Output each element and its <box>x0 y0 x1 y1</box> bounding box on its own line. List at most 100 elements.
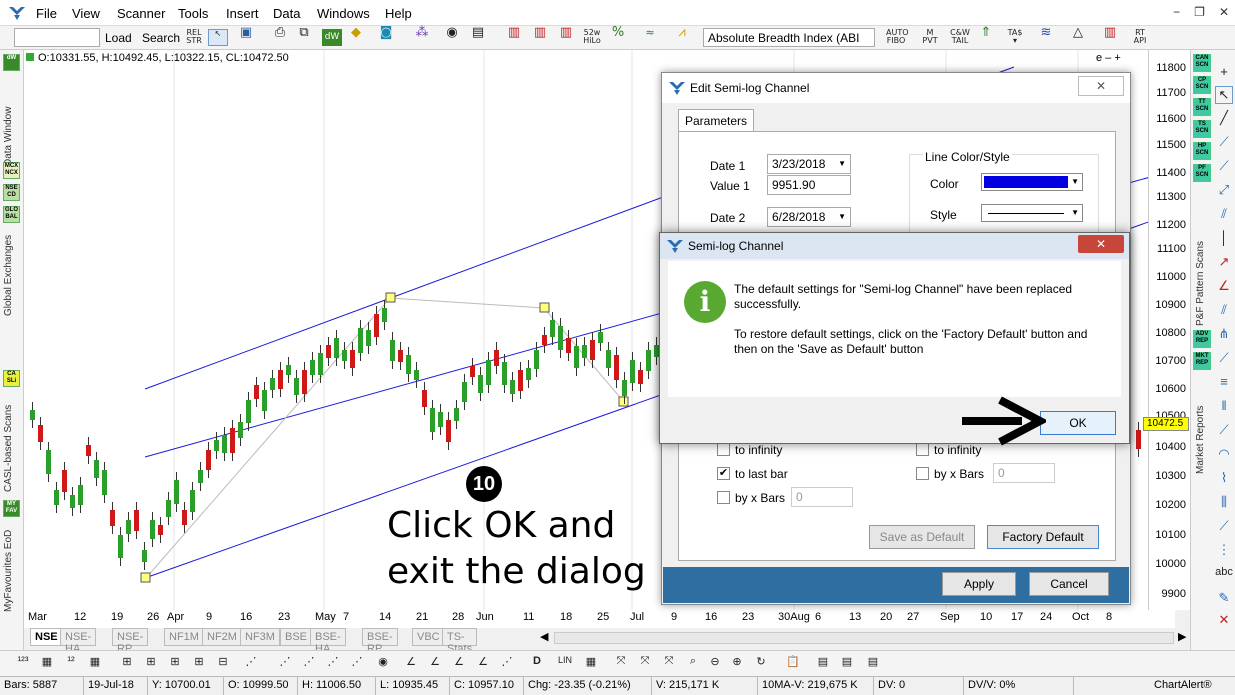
triangle-icon[interactable]: △ <box>1068 26 1088 46</box>
cw-tail-icon[interactable]: C&W TAIL <box>950 29 970 46</box>
to-infinity-right-checkbox[interactable] <box>916 443 929 456</box>
close-window-button[interactable]: ✕ <box>1219 5 1229 19</box>
by-x-bars-checkbox[interactable] <box>717 491 730 504</box>
pattern-icon[interactable]: ▦ <box>86 655 104 673</box>
search-button[interactable]: Search <box>142 31 180 45</box>
print-icon[interactable]: ⎙ <box>270 26 290 46</box>
cp-scan-icon[interactable]: CP SCN <box>1193 76 1211 94</box>
auto-fibo-icon[interactable]: AUTO FIBO <box>886 29 909 46</box>
tab-nse-ha[interactable]: NSE-HA <box>60 628 97 655</box>
fan-icon[interactable]: ∠ <box>402 655 420 673</box>
fan-tool-icon[interactable]: ⟋ <box>1215 422 1233 440</box>
zigzag-icon[interactable]: ⋰ <box>276 655 294 673</box>
fan3-icon[interactable]: ∠ <box>450 655 468 673</box>
ts-scan-icon[interactable]: TS SCN <box>1193 120 1211 138</box>
tab-myfavourites[interactable]: MyFavourites EoD <box>3 522 21 612</box>
factory-default-button[interactable]: Factory Default <box>987 525 1099 549</box>
tab-vbc[interactable]: VBC <box>412 628 445 646</box>
tab-nf1m[interactable]: NF1M <box>164 628 204 646</box>
myfav-icon[interactable]: MY FAV <box>3 500 20 517</box>
hp-scan-icon[interactable]: HP SCN <box>1193 142 1211 160</box>
hilo-52w-icon[interactable]: 52w HiLo <box>582 29 602 46</box>
tab-data-window[interactable]: Data Window <box>3 76 21 166</box>
date2-picker[interactable]: 6/28/2018 ▼ <box>767 207 851 227</box>
wave-icon[interactable]: ≋ <box>1036 26 1056 46</box>
bars-count-input[interactable]: 0 <box>791 487 853 507</box>
angle-tool-icon[interactable]: ∠ <box>1215 278 1233 296</box>
arrow-tool-icon[interactable]: ↗ <box>1215 254 1233 272</box>
date1-picker[interactable]: 3/23/2018 ▼ <box>767 154 851 174</box>
m-pvt-icon[interactable]: M PVT <box>920 29 940 46</box>
ellipse-tool-icon[interactable]: ⋮ <box>1215 542 1233 560</box>
regression-tool-icon[interactable]: ⟋ <box>1215 350 1233 368</box>
zoom-out-icon[interactable]: ⊖ <box>706 655 724 673</box>
to-last-bar-checkbox[interactable]: ✔ <box>717 467 730 480</box>
minimize-button[interactable]: − <box>1173 5 1180 19</box>
fib-time-tool-icon[interactable]: ‖ <box>1215 398 1233 416</box>
d-icon[interactable]: D <box>528 655 546 673</box>
doc3-icon[interactable]: ▤ <box>864 655 882 673</box>
pitchfork-tool-icon[interactable]: ⋔ <box>1215 326 1233 344</box>
value1-input[interactable]: 9951.90 <box>767 175 851 195</box>
cancel-button[interactable]: Cancel <box>1029 572 1109 596</box>
wave-count-icon[interactable]: ¹² <box>62 655 80 673</box>
refresh-icon[interactable]: ↻ <box>752 655 770 673</box>
symbol-input[interactable] <box>14 28 100 47</box>
zoom-icon[interactable]: ⌕ <box>684 655 702 673</box>
menu-windows[interactable]: Windows <box>317 6 370 21</box>
pointer-tool-icon[interactable]: ↖ <box>1215 86 1233 104</box>
brush-tool-icon[interactable]: ✎ <box>1215 590 1233 608</box>
grid-icon[interactable]: ⊞ <box>118 655 136 673</box>
grid2-icon[interactable]: ⊞ <box>142 655 160 673</box>
tab-bse[interactable]: BSE <box>280 628 313 646</box>
tas-icon[interactable]: TA$ ▾ <box>1005 29 1025 46</box>
horizontal-scrollbar[interactable] <box>554 632 1174 644</box>
volume-icon[interactable]: ▥ <box>504 26 524 46</box>
menu-insert[interactable]: Insert <box>226 6 259 21</box>
fan4-icon[interactable]: ∠ <box>474 655 492 673</box>
bar-icon[interactable]: ▦ <box>582 655 600 673</box>
ray-tool-icon[interactable]: ⟋ <box>1215 158 1233 176</box>
market-icon[interactable]: ◙ <box>376 26 396 46</box>
nse-cd-icon[interactable]: NSE CD <box>3 184 20 201</box>
load-button[interactable]: Load <box>105 31 132 45</box>
chart-mini-controls[interactable]: e – + <box>1096 52 1121 64</box>
tab-nse[interactable]: NSE <box>30 628 63 646</box>
percent-icon[interactable]: % <box>608 26 628 46</box>
anchor-point-2[interactable] <box>385 292 396 303</box>
fib-lines-tool-icon[interactable]: ≡ <box>1215 374 1233 392</box>
crosshair-tool-icon[interactable]: + <box>1215 64 1233 82</box>
line-style-icon[interactable]: ⋰ <box>242 655 260 673</box>
relative-strength-icon[interactable]: REL STR <box>184 29 204 46</box>
grid3-icon[interactable]: ⊞ <box>166 655 184 673</box>
mkt-rep-icon[interactable]: MKT REP <box>1193 352 1211 370</box>
tab-casl-scans[interactable]: CASL-based Scans <box>3 392 21 492</box>
bars-tool-icon[interactable]: ⫼ <box>1215 494 1233 512</box>
grid4-icon[interactable]: ⊞ <box>190 655 208 673</box>
vd-icon[interactable]: ▥ <box>556 26 576 46</box>
mcx-icon[interactable]: MCX NCX <box>3 162 20 179</box>
channel-tool-icon[interactable]: ⫽ <box>1215 302 1233 320</box>
vertical-line-tool-icon[interactable]: │ <box>1215 230 1233 248</box>
menu-file[interactable]: File <box>36 6 57 21</box>
dates-icon[interactable]: ▦ <box>38 655 56 673</box>
shrink-icon[interactable]: ⤧ <box>660 655 678 673</box>
rt-api-icon[interactable]: RT API <box>1130 29 1150 46</box>
style-picker[interactable]: ▼ <box>981 204 1083 222</box>
candles-icon[interactable]: ▥ <box>1100 26 1120 46</box>
numbers-icon[interactable]: ¹²³ <box>14 655 32 673</box>
extend-tool-icon[interactable]: ⤢ <box>1215 182 1233 200</box>
by-x-bars-right-checkbox[interactable] <box>916 467 929 480</box>
tt-scan-icon[interactable]: TT SCN <box>1193 98 1211 116</box>
fan2-icon[interactable]: ∠ <box>426 655 444 673</box>
ok-button[interactable]: OK <box>1040 411 1116 435</box>
lin-icon[interactable]: LIN <box>556 655 574 673</box>
pf-scan-icon[interactable]: PF SCN <box>1193 164 1211 182</box>
color-picker[interactable]: ▼ <box>981 173 1083 191</box>
parallel-tool-icon[interactable]: ⫽ <box>1215 206 1233 224</box>
zigzag2-icon[interactable]: ⋰ <box>300 655 318 673</box>
tab-bse-rp[interactable]: BSE-RP <box>362 628 398 655</box>
menu-scanner[interactable]: Scanner <box>117 6 165 21</box>
cycles-tool-icon[interactable]: ⌇ <box>1215 470 1233 488</box>
trend-icon[interactable]: ⇑ <box>976 26 996 46</box>
